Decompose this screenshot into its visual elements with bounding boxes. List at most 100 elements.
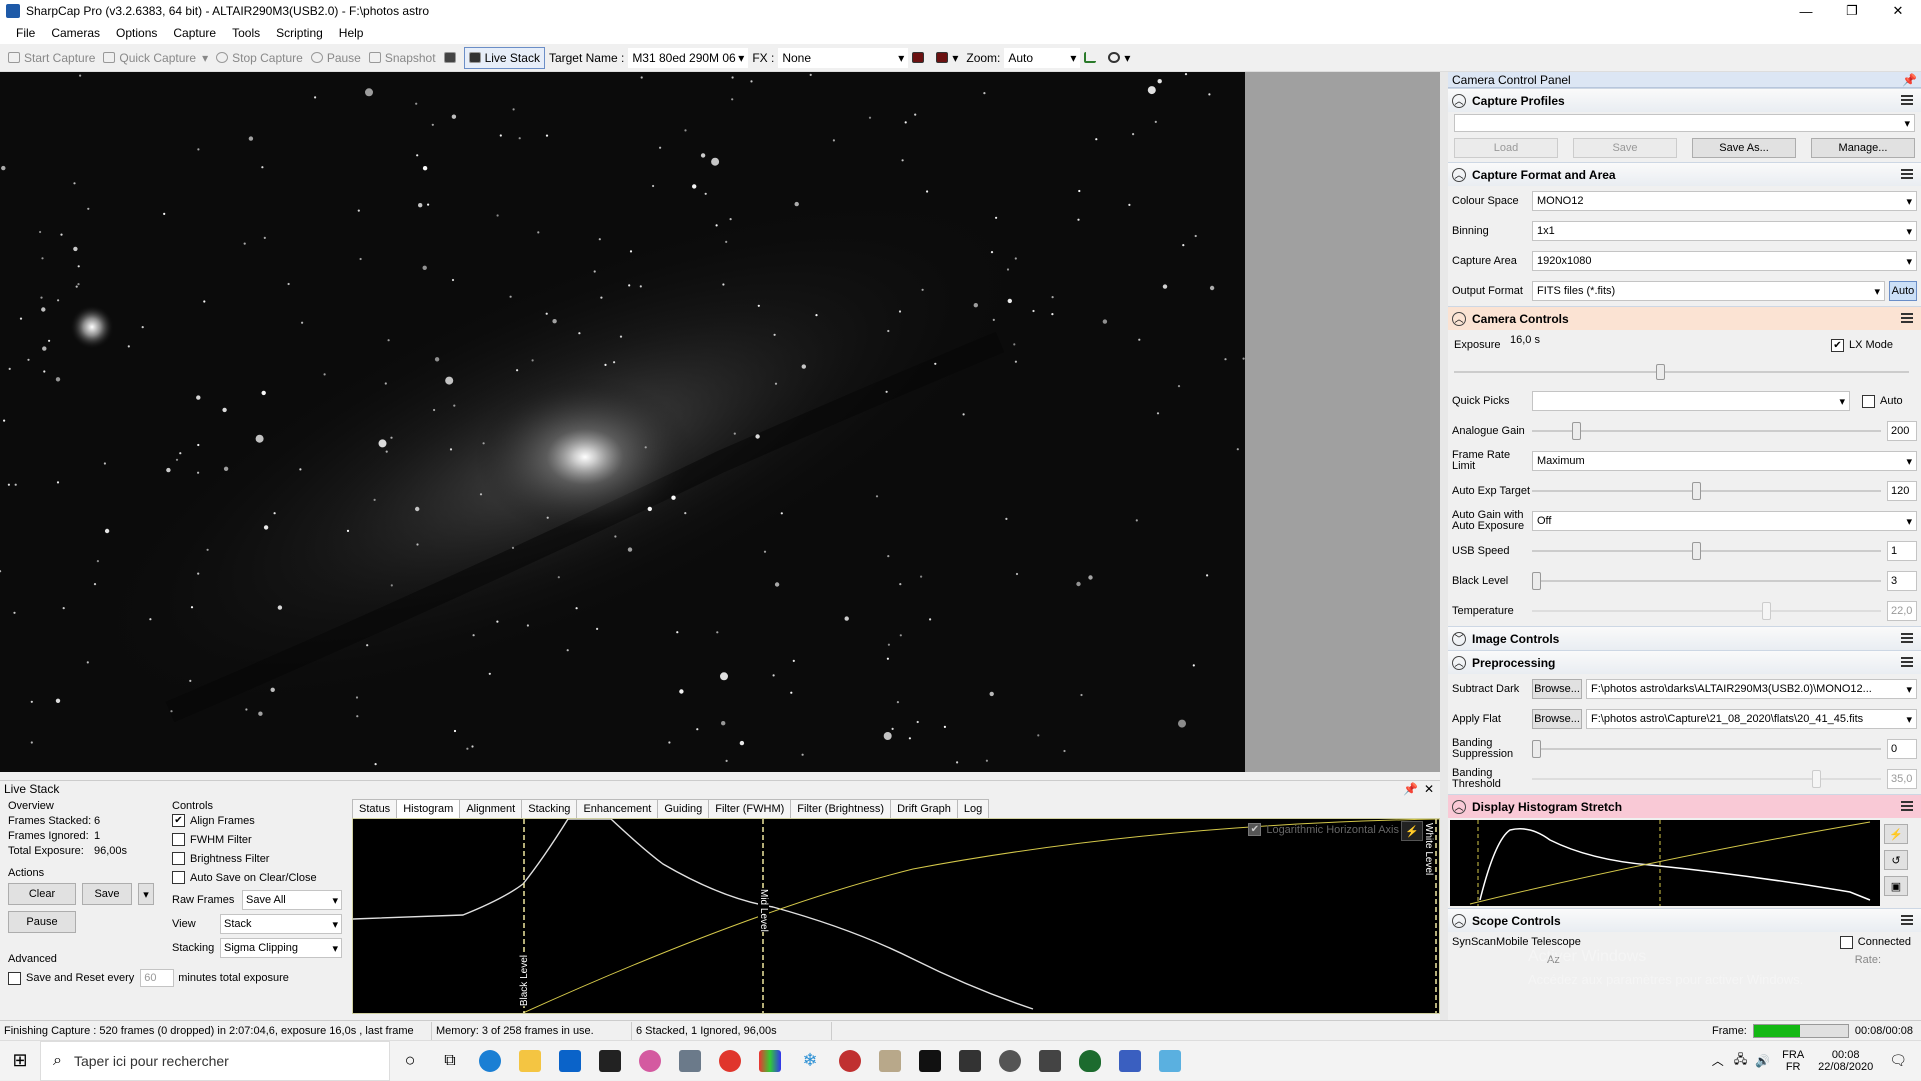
pause-stack-button[interactable]: Pause bbox=[8, 911, 76, 933]
magnifier-button[interactable]: ▾ bbox=[1104, 47, 1134, 69]
taskbar-app-sphere[interactable] bbox=[990, 1041, 1030, 1081]
view-select[interactable]: Stack ▾ bbox=[220, 914, 342, 934]
browse-dark-button[interactable]: Browse... bbox=[1532, 679, 1582, 699]
section-menu-icon[interactable] bbox=[1901, 915, 1913, 925]
binning-select[interactable]: 1x1 ▾ bbox=[1532, 221, 1917, 241]
colour-space-select[interactable]: MONO12 ▾ bbox=[1532, 191, 1917, 211]
clock[interactable]: 00:08 22/08/2020 bbox=[1818, 1049, 1873, 1073]
zoom-dropdown[interactable]: Auto ▾ bbox=[1004, 47, 1081, 68]
black-level-marker[interactable]: Black Level bbox=[519, 955, 530, 1007]
taskbar-app-graph[interactable] bbox=[950, 1041, 990, 1081]
taskbar-app-cyan[interactable] bbox=[1150, 1041, 1190, 1081]
tab-guiding[interactable]: Guiding bbox=[657, 799, 710, 818]
mid-level-marker[interactable]: Mid Level bbox=[758, 889, 769, 932]
taskbar-app-paint[interactable] bbox=[630, 1041, 670, 1081]
language-indicator[interactable]: FRA FR bbox=[1782, 1049, 1804, 1073]
tab-log[interactable]: Log bbox=[956, 799, 990, 818]
usb-speed-input[interactable]: 1 bbox=[1887, 541, 1917, 561]
section-menu-icon[interactable] bbox=[1901, 313, 1913, 323]
save-stack-button[interactable]: Save bbox=[82, 883, 132, 905]
image-viewer[interactable] bbox=[0, 72, 1245, 772]
auto-exp-slider[interactable] bbox=[1532, 481, 1881, 501]
taskbar-app-edge[interactable] bbox=[470, 1041, 510, 1081]
close-button[interactable]: ✕ bbox=[1875, 0, 1921, 22]
section-menu-icon[interactable] bbox=[1901, 95, 1913, 105]
menu-capture[interactable]: Capture bbox=[165, 26, 224, 40]
notifications-icon[interactable]: 🗨 bbox=[1889, 1052, 1907, 1069]
target-name-dropdown[interactable]: M31 80ed 290M 06 ▾ bbox=[628, 47, 749, 68]
reset-stretch-icon[interactable]: ↺ bbox=[1884, 850, 1908, 870]
raw-frames-select[interactable]: Save All ▾ bbox=[242, 890, 342, 910]
tab-stacking[interactable]: Stacking bbox=[521, 799, 578, 818]
align-frames-checkbox[interactable]: ✔ bbox=[172, 814, 185, 827]
output-format-select[interactable]: FITS files (*.fits) ▾ bbox=[1532, 281, 1885, 301]
fwhm-filter-checkbox[interactable] bbox=[172, 833, 185, 846]
tab-status[interactable]: Status bbox=[352, 799, 398, 818]
save-stretch-icon[interactable]: ▣ bbox=[1884, 876, 1908, 896]
menu-scripting[interactable]: Scripting bbox=[268, 26, 331, 40]
menu-cameras[interactable]: Cameras bbox=[43, 26, 108, 40]
menu-tools[interactable]: Tools bbox=[224, 26, 268, 40]
frame-rate-select[interactable]: Maximum ▾ bbox=[1532, 451, 1917, 471]
taskbar-app-notes[interactable] bbox=[590, 1041, 630, 1081]
auto-gain-select[interactable]: Off ▾ bbox=[1532, 511, 1917, 531]
network-icon[interactable]: 🖧 bbox=[1734, 1050, 1747, 1071]
preprocessing-header[interactable]: ︿ Preprocessing bbox=[1448, 650, 1921, 674]
save-options-dropdown[interactable]: ▾ bbox=[138, 883, 154, 905]
taskbar-app-tool[interactable] bbox=[870, 1041, 910, 1081]
taskbar-app-snow[interactable]: ❄ bbox=[790, 1041, 830, 1081]
exposure-input[interactable]: 16,0 s bbox=[1510, 334, 1815, 356]
auto-format-button[interactable]: Auto bbox=[1889, 281, 1917, 301]
capture-format-header[interactable]: ︿ Capture Format and Area bbox=[1448, 162, 1921, 186]
stop-capture-button[interactable]: Stop Capture bbox=[212, 47, 307, 69]
taskbar-app-sharpcap[interactable] bbox=[910, 1041, 950, 1081]
display-histogram-chart[interactable] bbox=[1450, 820, 1880, 906]
menu-file[interactable]: File bbox=[8, 26, 43, 40]
taskbar-app-red[interactable] bbox=[830, 1041, 870, 1081]
section-menu-icon[interactable] bbox=[1901, 657, 1913, 667]
fx-dropdown[interactable]: None ▾ bbox=[778, 47, 909, 68]
auto-stretch-icon[interactable]: ⚡ bbox=[1884, 824, 1908, 844]
cortana-button[interactable]: ○ bbox=[390, 1041, 430, 1081]
connected-checkbox[interactable] bbox=[1839, 935, 1853, 949]
tab-alignment[interactable]: Alignment bbox=[459, 799, 523, 818]
save-as-profile-button[interactable]: Save As... bbox=[1692, 138, 1796, 158]
pin-icon[interactable]: 📌 bbox=[1902, 73, 1917, 87]
taskbar-app-shield[interactable] bbox=[1070, 1041, 1110, 1081]
crosshair-button[interactable] bbox=[908, 47, 932, 69]
close-panel-icon[interactable]: ✕ bbox=[1424, 782, 1434, 796]
taskbar-app-calculator[interactable] bbox=[670, 1041, 710, 1081]
browse-flat-button[interactable]: Browse... bbox=[1532, 709, 1582, 729]
log-axis-checkbox[interactable]: ✔ bbox=[1248, 823, 1262, 836]
apply-flat-select[interactable]: F:\photos astro\Capture\21_08_2020\flats… bbox=[1586, 709, 1917, 729]
taskbar-search[interactable]: ⌕ Taper ici pour rechercher bbox=[40, 1040, 390, 1081]
taskbar-app-blue[interactable] bbox=[1110, 1041, 1150, 1081]
manage-profiles-button[interactable]: Manage... bbox=[1811, 138, 1915, 158]
exposure-slider[interactable] bbox=[1454, 364, 1909, 380]
banding-suppression-input[interactable]: 0 bbox=[1887, 739, 1917, 759]
black-level-input[interactable]: 3 bbox=[1887, 571, 1917, 591]
load-profile-button[interactable]: Load bbox=[1454, 138, 1558, 158]
taskbar-app-colors[interactable] bbox=[750, 1041, 790, 1081]
pause-button[interactable]: Pause bbox=[307, 47, 365, 69]
clear-button[interactable]: Clear bbox=[8, 883, 76, 905]
tab-filter-brightness[interactable]: Filter (Brightness) bbox=[790, 799, 892, 818]
save-reset-checkbox[interactable] bbox=[8, 971, 21, 985]
save-reset-input[interactable]: 60 bbox=[140, 969, 175, 987]
start-button[interactable]: ⊞ bbox=[0, 1041, 40, 1081]
taskbar-app-explorer[interactable] bbox=[510, 1041, 550, 1081]
live-stack-histogram[interactable]: Black Level Mid Level White Level ✔ Loga… bbox=[352, 818, 1440, 1014]
snapshot-button[interactable]: Snapshot bbox=[365, 47, 440, 69]
tab-drift-graph[interactable]: Drift Graph bbox=[890, 799, 958, 818]
taskbar-app-chrome[interactable] bbox=[710, 1041, 750, 1081]
subtract-dark-select[interactable]: F:\photos astro\darks\ALTAIR290M3(USB2.0… bbox=[1586, 679, 1917, 699]
profile-select[interactable]: ▾ bbox=[1454, 114, 1915, 132]
analogue-gain-slider[interactable] bbox=[1532, 421, 1881, 441]
lx-mode-checkbox[interactable]: ✔ bbox=[1831, 338, 1844, 352]
pin-icon[interactable]: 📌 bbox=[1403, 782, 1418, 796]
stacking-select[interactable]: Sigma Clipping ▾ bbox=[220, 938, 342, 958]
black-level-slider[interactable] bbox=[1532, 571, 1881, 591]
camera-controls-header[interactable]: ︿ Camera Controls bbox=[1448, 306, 1921, 330]
tab-histogram[interactable]: Histogram bbox=[396, 799, 461, 818]
auto-exp-input[interactable]: 120 bbox=[1887, 481, 1917, 501]
